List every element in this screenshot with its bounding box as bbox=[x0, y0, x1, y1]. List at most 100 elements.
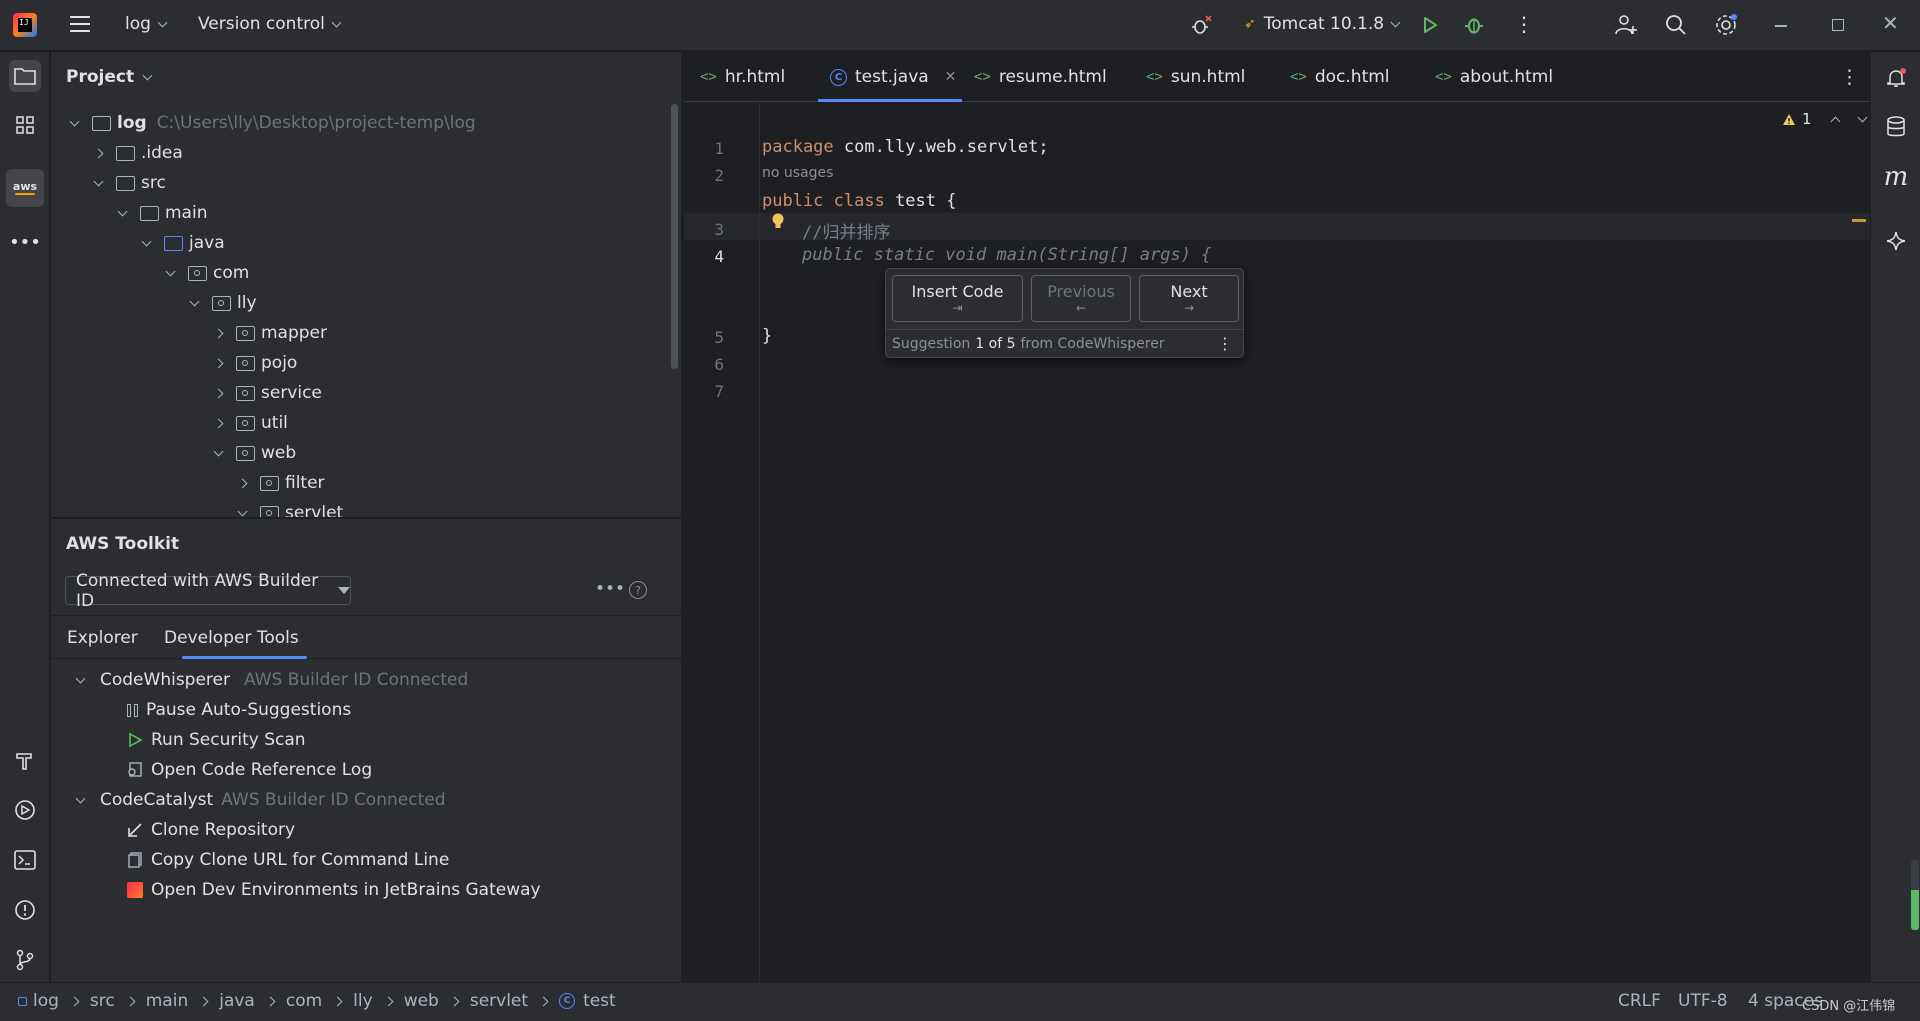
codewhisperer-node[interactable]: CodeWhisperer AWS Builder ID Connected bbox=[75, 665, 468, 695]
tree-scrollbar[interactable] bbox=[671, 104, 678, 369]
help-icon[interactable]: ? bbox=[629, 581, 647, 599]
chevron-down-icon bbox=[213, 446, 224, 456]
notifications-bell-icon[interactable] bbox=[1880, 62, 1912, 94]
breadcrumb-item[interactable]: test bbox=[583, 991, 616, 1011]
tree-item-com[interactable]: com bbox=[165, 258, 249, 288]
breadcrumb-item[interactable]: servlet bbox=[470, 991, 528, 1011]
project-selector[interactable]: log bbox=[125, 14, 168, 34]
memory-indicator[interactable] bbox=[1911, 860, 1919, 930]
aws-connection-dropdown[interactable]: Connected with AWS Builder ID bbox=[65, 571, 351, 611]
tree-item-src[interactable]: src bbox=[93, 168, 166, 198]
breadcrumb-item[interactable]: log bbox=[33, 991, 59, 1011]
code-line-3[interactable]: public class test { bbox=[762, 191, 956, 211]
services-icon[interactable] bbox=[9, 794, 41, 826]
database-icon[interactable] bbox=[1880, 111, 1912, 143]
app-logo-icon[interactable]: IJ bbox=[13, 13, 37, 37]
breadcrumb-item[interactable]: java bbox=[219, 991, 255, 1011]
inspection-widget[interactable]: 1 bbox=[1782, 110, 1867, 128]
tab-hr-html[interactable]: <> hr.html bbox=[700, 52, 785, 102]
chevron-right-icon bbox=[332, 996, 343, 1006]
search-icon[interactable] bbox=[1665, 14, 1687, 40]
chevron-down-icon bbox=[141, 236, 152, 246]
run-security-scan-item[interactable]: Run Security Scan bbox=[127, 725, 306, 755]
tree-item-util[interactable]: util bbox=[213, 408, 288, 438]
tree-item-web[interactable]: web bbox=[213, 438, 296, 468]
tree-item-pojo[interactable]: pojo bbox=[213, 348, 297, 378]
code-line-7[interactable]: } bbox=[762, 326, 772, 346]
tabs-more-icon[interactable]: ⋮ bbox=[1840, 66, 1859, 88]
codecatalyst-node[interactable]: CodeCatalyst AWS Builder ID Connected bbox=[75, 785, 445, 815]
restore-button[interactable] bbox=[1832, 19, 1844, 31]
editor-area: <> hr.html C test.java ✕ <> resume.html … bbox=[684, 52, 1870, 982]
project-tree: log C:\Users\lly\Desktop\project-temp\lo… bbox=[51, 108, 671, 517]
tree-item-mapper[interactable]: mapper bbox=[213, 318, 327, 348]
tab-explorer[interactable]: Explorer bbox=[67, 628, 138, 648]
tree-item-service[interactable]: service bbox=[213, 378, 322, 408]
tab-about-html[interactable]: <> about.html bbox=[1435, 52, 1553, 102]
pause-auto-suggestions-item[interactable]: Pause Auto-Suggestions bbox=[127, 695, 351, 725]
structure-icon[interactable] bbox=[9, 109, 41, 141]
chevron-up-icon[interactable] bbox=[1830, 116, 1840, 126]
tree-item-java[interactable]: java bbox=[141, 228, 225, 258]
vcs-selector[interactable]: Version control bbox=[198, 14, 342, 34]
insert-code-button[interactable]: Insert Code ⇥ bbox=[892, 275, 1023, 322]
line-separator-widget[interactable]: CRLF bbox=[1618, 991, 1661, 1011]
encoding-widget[interactable]: UTF-8 bbox=[1678, 991, 1728, 1011]
warning-stripe-marker[interactable] bbox=[1852, 219, 1866, 222]
open-dev-environments-item[interactable]: Open Dev Environments in JetBrains Gatew… bbox=[127, 875, 541, 905]
popup-more-icon[interactable]: ⋮ bbox=[1217, 334, 1233, 353]
code-line-1[interactable]: package com.lly.web.servlet; bbox=[762, 137, 1049, 157]
breadcrumb-item[interactable]: com bbox=[286, 991, 322, 1011]
chevron-right-icon bbox=[213, 418, 224, 428]
tab-test-java[interactable]: C test.java ✕ bbox=[830, 52, 956, 102]
git-branch-icon[interactable] bbox=[9, 944, 41, 976]
close-tab-icon[interactable]: ✕ bbox=[945, 69, 957, 85]
breadcrumb-item[interactable]: src bbox=[90, 991, 115, 1011]
tree-item-idea[interactable]: .idea bbox=[93, 138, 183, 168]
code-line-4-comment[interactable]: //归并排序 bbox=[802, 218, 890, 243]
aws-toolkit-icon[interactable]: aws bbox=[6, 169, 44, 207]
tab-resume-html[interactable]: <> resume.html bbox=[974, 52, 1107, 102]
package-icon bbox=[236, 325, 255, 341]
tab-doc-html[interactable]: <> doc.html bbox=[1290, 52, 1390, 102]
breadcrumb-item[interactable]: lly bbox=[353, 991, 373, 1011]
aws-more-icon[interactable]: ••• bbox=[595, 579, 625, 599]
tree-item-servlet[interactable]: servlet bbox=[237, 498, 343, 517]
bug-icon[interactable] bbox=[1190, 14, 1212, 36]
terminal-icon[interactable] bbox=[9, 844, 41, 876]
copy-clone-url-item[interactable]: Copy Clone URL for Command Line bbox=[127, 845, 449, 875]
tree-item-main[interactable]: main bbox=[117, 198, 207, 228]
clone-repository-item[interactable]: Clone Repository bbox=[127, 815, 295, 845]
more-actions-icon[interactable]: ⋮ bbox=[1514, 14, 1534, 34]
next-suggestion-button[interactable]: Next → bbox=[1139, 275, 1239, 322]
chevron-right-icon bbox=[213, 358, 224, 368]
run-config-selector[interactable]: ➶ Tomcat 10.1.8 bbox=[1244, 14, 1401, 34]
previous-suggestion-button[interactable]: Previous ← bbox=[1031, 275, 1131, 322]
ai-assistant-sparkle-icon[interactable] bbox=[1880, 225, 1912, 257]
tree-item-lly[interactable]: lly bbox=[189, 288, 257, 318]
tree-item-log[interactable]: log C:\Users\lly\Desktop\project-temp\lo… bbox=[69, 108, 476, 138]
run-button[interactable] bbox=[1420, 15, 1440, 39]
html-file-icon: <> bbox=[1146, 69, 1163, 85]
tab-developer-tools[interactable]: Developer Tools bbox=[164, 628, 299, 648]
main-menu-icon[interactable] bbox=[70, 16, 90, 32]
debug-button[interactable] bbox=[1463, 14, 1485, 40]
tree-item-filter[interactable]: filter bbox=[237, 468, 325, 498]
lightbulb-icon[interactable] bbox=[771, 212, 785, 236]
minimize-button[interactable] bbox=[1775, 25, 1787, 27]
close-window-button[interactable]: ✕ bbox=[1882, 13, 1899, 33]
breadcrumb-item[interactable]: web bbox=[404, 991, 439, 1011]
maven-icon[interactable]: m bbox=[1880, 161, 1912, 193]
chevron-down-icon[interactable] bbox=[1857, 112, 1867, 122]
problems-icon[interactable] bbox=[9, 894, 41, 926]
tab-sun-html[interactable]: <> sun.html bbox=[1146, 52, 1245, 102]
add-user-icon[interactable] bbox=[1614, 13, 1638, 41]
project-panel-header[interactable]: Project bbox=[66, 67, 153, 87]
project-folder-icon[interactable] bbox=[9, 60, 41, 92]
more-tools-icon[interactable]: ••• bbox=[9, 226, 41, 258]
settings-gear-icon[interactable] bbox=[1714, 13, 1738, 41]
breadcrumb-item[interactable]: main bbox=[146, 991, 188, 1011]
build-hammer-icon[interactable] bbox=[9, 744, 41, 776]
usages-hint[interactable]: no usages bbox=[762, 165, 833, 181]
open-code-reference-log-item[interactable]: Open Code Reference Log bbox=[127, 755, 372, 785]
